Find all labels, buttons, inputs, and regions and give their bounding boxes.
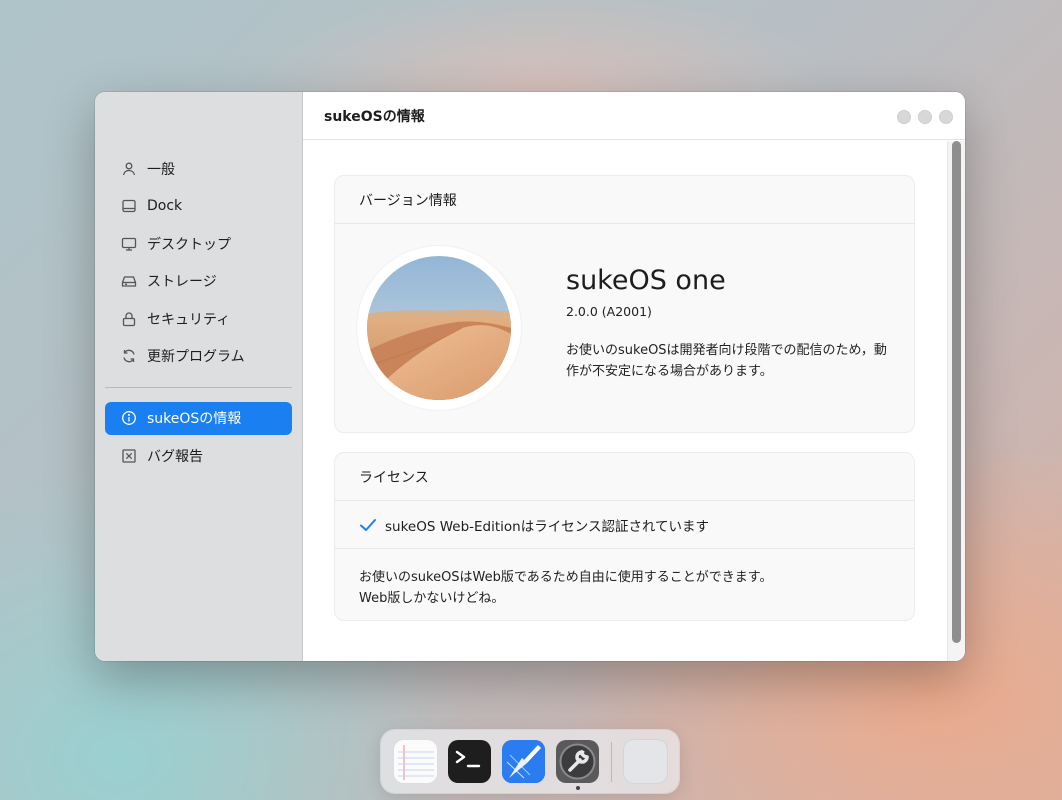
info-icon [121,410,137,426]
os-version: 2.0.0 (A2001) [566,304,652,319]
license-card-header: ライセンス [335,453,914,501]
running-indicator [576,786,580,790]
dock-icon [121,198,137,214]
blank-app[interactable] [624,740,667,783]
desert-wallpaper-image [367,256,511,400]
sidebar-item-label: セキュリティ [147,311,231,328]
settings-icon [559,743,596,780]
settings-window: 一般 Dock デスクトップ ストレージ セキュリティ 更新プログラム suke… [95,92,965,661]
dock-separator [611,742,612,782]
sidebar: 一般 Dock デスクトップ ストレージ セキュリティ 更新プログラム suke… [95,92,303,661]
sidebar-item-label: sukeOSの情報 [147,411,242,427]
sidebar-item-label: ストレージ [147,274,217,290]
notes-app[interactable] [394,740,437,783]
sidebar-item-security[interactable]: セキュリティ [105,302,292,335]
terminal-app[interactable] [448,740,491,783]
sidebar-item-update[interactable]: 更新プログラム [105,340,292,373]
terminal-icon [455,750,481,768]
maximize-button[interactable] [918,110,932,124]
paint-app[interactable] [502,740,545,783]
license-status-row: sukeOS Web-Editionはライセンス認証されています [335,501,914,549]
license-description: お使いのsukeOSはWeb版であるため自由に使用することができます。 Web版… [335,549,914,609]
main-panel: sukeOSの情報 バージョン情報 sukeOS one 2.0.0 (A200… [303,92,965,661]
monitor-icon [121,236,137,252]
lock-icon [121,311,137,327]
sidebar-divider [105,386,292,388]
sidebar-item-label: バグ報告 [147,448,203,465]
paint-icon [502,740,545,783]
version-card-header: バージョン情報 [335,176,914,224]
sidebar-item-about[interactable]: sukeOSの情報 [105,401,292,435]
checkmark-icon [359,516,377,534]
license-desc-line2: Web版しかないけどね。 [359,591,505,606]
sidebar-item-storage[interactable]: ストレージ [105,265,292,298]
license-status-text: sukeOS Web-Editionはライセンス認証されています [385,518,710,535]
window-titlebar: sukeOSの情報 [303,92,965,140]
scrollbar-thumb[interactable] [952,141,961,643]
license-card: ライセンス sukeOS Web-Editionはライセンス認証されています お… [334,452,915,621]
close-button[interactable] [939,110,953,124]
os-name: sukeOS one [566,265,726,296]
os-avatar [357,246,521,410]
sidebar-item-label: 更新プログラム [147,349,245,365]
refresh-icon [121,348,137,364]
content-area: バージョン情報 sukeOS one 2.0.0 (A2001) お使いのsuk… [303,141,947,661]
drive-icon [121,273,137,289]
window-title: sukeOSの情報 [324,108,425,125]
sidebar-item-label: Dock [147,198,183,214]
os-note: お使いのsukeOSは開発者向け段階での配信のため，動作が不安定になる場合があり… [566,343,887,379]
sidebar-item-general[interactable]: 一般 [105,152,292,185]
scrollbar[interactable] [947,141,965,661]
sidebar-item-desktop[interactable]: デスクトップ [105,227,292,260]
sidebar-item-bug-report[interactable]: バグ報告 [105,439,292,472]
minimize-button[interactable] [897,110,911,124]
settings-app[interactable] [556,740,599,783]
sidebar-item-dock[interactable]: Dock [105,190,292,223]
license-desc-line1: お使いのsukeOSはWeb版であるため自由に使用することができます。 [359,570,773,585]
sidebar-item-label: デスクトップ [147,236,231,253]
dock [381,730,679,793]
version-card: バージョン情報 sukeOS one 2.0.0 (A2001) お使いのsuk… [334,175,915,433]
bug-report-icon [121,448,137,464]
window-controls [897,110,953,124]
user-icon [121,161,137,177]
sidebar-item-label: 一般 [147,161,175,178]
notes-icon [394,740,437,783]
